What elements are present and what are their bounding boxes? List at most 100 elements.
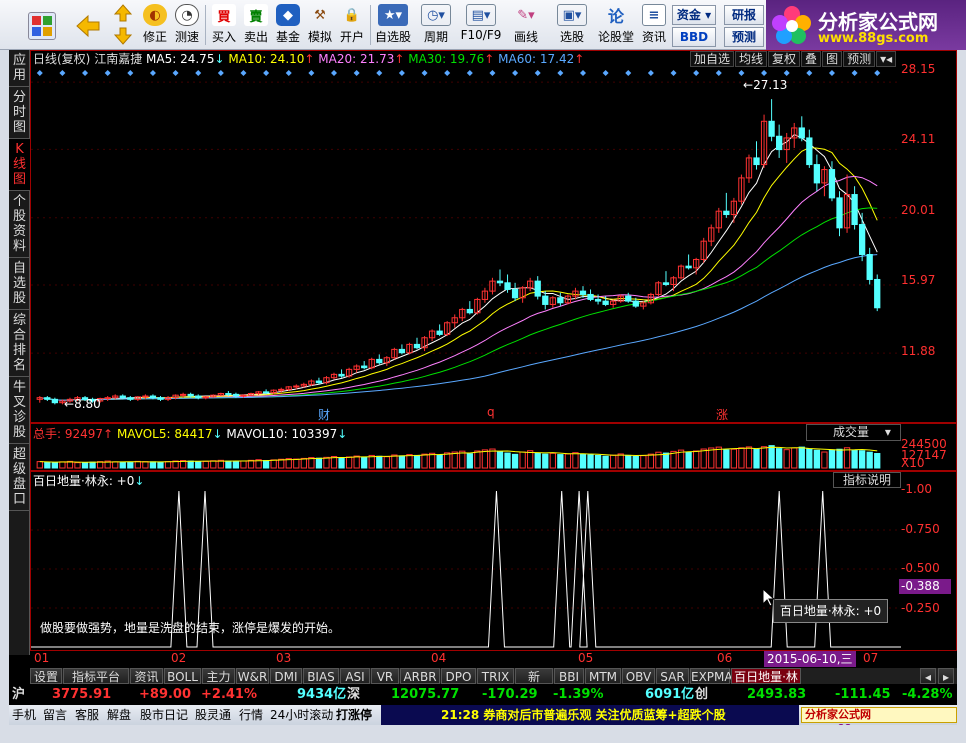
candle-body (866, 253, 873, 280)
arrow-left-icon (76, 14, 100, 38)
volume-bar (874, 453, 881, 469)
indicator-tab[interactable]: EXPMA (690, 668, 733, 684)
sh-index[interactable]: 3775.91 (52, 685, 111, 705)
price-tick: 28.15 (901, 62, 936, 76)
indicator-tab[interactable]: 资讯 (130, 668, 163, 684)
sidebar-tab[interactable]: 牛叉诊股 (9, 377, 30, 444)
speed-test-button[interactable]: ◔ 测速 (173, 2, 201, 48)
cy-index[interactable]: 2493.83 (747, 685, 806, 705)
research-button[interactable]: 研报 (724, 5, 764, 25)
news-ticker[interactable]: 21:28 券商对后市普遍乐观 关注优质蓝筹+超跌个股 (441, 705, 726, 725)
indicator-tick: -0.750 (901, 522, 940, 536)
indicator-tab[interactable]: 设置 (30, 668, 62, 684)
period-button[interactable]: ◷▾ 周期 (416, 2, 456, 48)
news-label: 资讯 (641, 30, 666, 44)
indicator-tab[interactable]: VR (371, 668, 399, 684)
volume-bar (247, 459, 255, 469)
volume-indicator-select[interactable]: 成交量 ▾ (806, 424, 901, 441)
volume-bar (511, 453, 519, 469)
fund-flow-select[interactable]: 资金 ▾ (672, 5, 716, 25)
overlay-button[interactable]: 叠 (801, 51, 822, 67)
footer-logo[interactable]: 分析家公式网www.88gs.com (801, 707, 957, 735)
sidebar-tab[interactable]: 超级盘口 (9, 444, 30, 511)
indicator-tab[interactable]: DMI (270, 668, 302, 684)
limit-up-link[interactable]: 打涨停 (336, 705, 372, 725)
indicator-tab[interactable]: BIAS (303, 668, 339, 684)
news-24h-link[interactable]: 24小时滚动 (270, 705, 333, 725)
volume-bar (383, 456, 390, 469)
indicator-tab[interactable]: ASI (340, 668, 370, 684)
sell-button[interactable]: 賣卖出 (242, 2, 270, 48)
indicator-tab[interactable]: OBV (622, 668, 655, 684)
candle-body (157, 397, 164, 400)
volume-bar (594, 454, 602, 469)
open-account-button[interactable]: 🔒 开户 (338, 2, 366, 48)
indicator-tab[interactable]: BBI (554, 668, 584, 684)
bbd-button[interactable]: BBD (672, 27, 716, 47)
indicator-tab[interactable]: DPO (441, 668, 476, 684)
indicator-tab[interactable]: ARBR (400, 668, 440, 684)
message-link[interactable]: 留言 (43, 705, 67, 725)
forum-button[interactable]: 论论股堂 (596, 2, 636, 48)
indicator-tab[interactable]: 主力 (202, 668, 235, 684)
indicator-tab[interactable]: TRIX (477, 668, 514, 684)
market-link[interactable]: 行情 (239, 705, 263, 725)
price-tick: 24.11 (901, 132, 936, 146)
sidebar-tab[interactable]: 个股资料 (9, 191, 30, 258)
sidebar-tab[interactable]: 分时图 (9, 87, 30, 139)
indicator-tab[interactable]: SAR (656, 668, 689, 684)
forecast-button[interactable]: 预测 (724, 27, 764, 47)
back-button[interactable] (70, 2, 106, 48)
scroll-right-icon[interactable]: ▸ (938, 668, 954, 684)
simulate-button[interactable]: ⚒ 模拟 (306, 2, 334, 48)
home-button[interactable] (25, 2, 59, 48)
sidebar-tab[interactable]: K线图 (9, 139, 30, 191)
sidebar-tab[interactable]: 自选股 (9, 258, 30, 310)
stock-picker-icon: ▣▾ (557, 4, 587, 26)
volume-bar (753, 448, 760, 469)
sidebar-tab[interactable]: 综合排名 (9, 310, 30, 377)
volume-bar (700, 448, 707, 469)
analysis-link[interactable]: 解盘 (107, 705, 131, 725)
predict-button[interactable]: 预测 (843, 51, 876, 67)
event-mark[interactable]: 涨 (716, 406, 728, 423)
fund-button[interactable]: ◆ 基金 (274, 2, 302, 48)
chart-button[interactable]: 图 (822, 51, 843, 67)
draw-line-button[interactable]: ✎▾ 画线 (506, 2, 546, 48)
indicator-tab[interactable]: BOLL (164, 668, 201, 684)
indicator-tab[interactable]: 百日地量·林永 (731, 668, 801, 700)
ma-button[interactable]: 均线 (735, 51, 768, 67)
buy-button[interactable]: 買买入 (210, 2, 238, 48)
indicator-help-button[interactable]: 指标说明 (833, 472, 901, 488)
indicator-tab[interactable]: W&R (236, 668, 269, 684)
event-mark[interactable]: 财 (318, 406, 330, 423)
sidebar-tab[interactable]: 应用 (9, 50, 30, 87)
news-button[interactable]: ≡ 资讯 (640, 2, 668, 48)
candle-body (851, 194, 858, 226)
stock-picker-button[interactable]: ▣▾ 选股 (552, 2, 592, 48)
month-label: 03 (276, 651, 292, 665)
indicator-tab[interactable]: 新DMA (515, 668, 553, 700)
fund-flow-label: 资金 (676, 8, 701, 22)
volume-title-bar: 总手: 92497↑ MAVOL5: 84417↓ MAVOL10: 10339… (33, 427, 348, 441)
event-diamond (715, 70, 722, 76)
mobile-link[interactable]: 手机 (12, 705, 36, 725)
f10-button[interactable]: ▤▾ F10/F9 (458, 2, 504, 48)
restore-rights-button[interactable]: 复权 (768, 51, 801, 67)
gulingtong-link[interactable]: 股灵通 (195, 705, 231, 725)
price-tick: 20.01 (901, 203, 936, 217)
add-watchlist-button[interactable]: 加自选 (690, 51, 735, 67)
watchlist-button[interactable]: ★▾ 自选股 (373, 2, 413, 48)
candle-body (232, 393, 240, 397)
scroll-buttons[interactable] (111, 2, 135, 48)
diary-link[interactable]: 股市日记 (140, 705, 188, 725)
revise-button[interactable]: ◐ 修正 (141, 2, 169, 48)
event-mark[interactable]: q (487, 405, 495, 419)
indicator-tab[interactable]: 指标平台 (63, 668, 129, 684)
stock-name: 江南嘉捷 (94, 52, 143, 66)
pin-icon[interactable]: ▾◂ (876, 51, 897, 67)
support-link[interactable]: 客服 (75, 705, 99, 725)
indicator-tab[interactable]: MTM (585, 668, 621, 684)
scroll-left-icon[interactable]: ◂ (920, 668, 936, 684)
sz-index[interactable]: 12075.77 (391, 685, 459, 705)
